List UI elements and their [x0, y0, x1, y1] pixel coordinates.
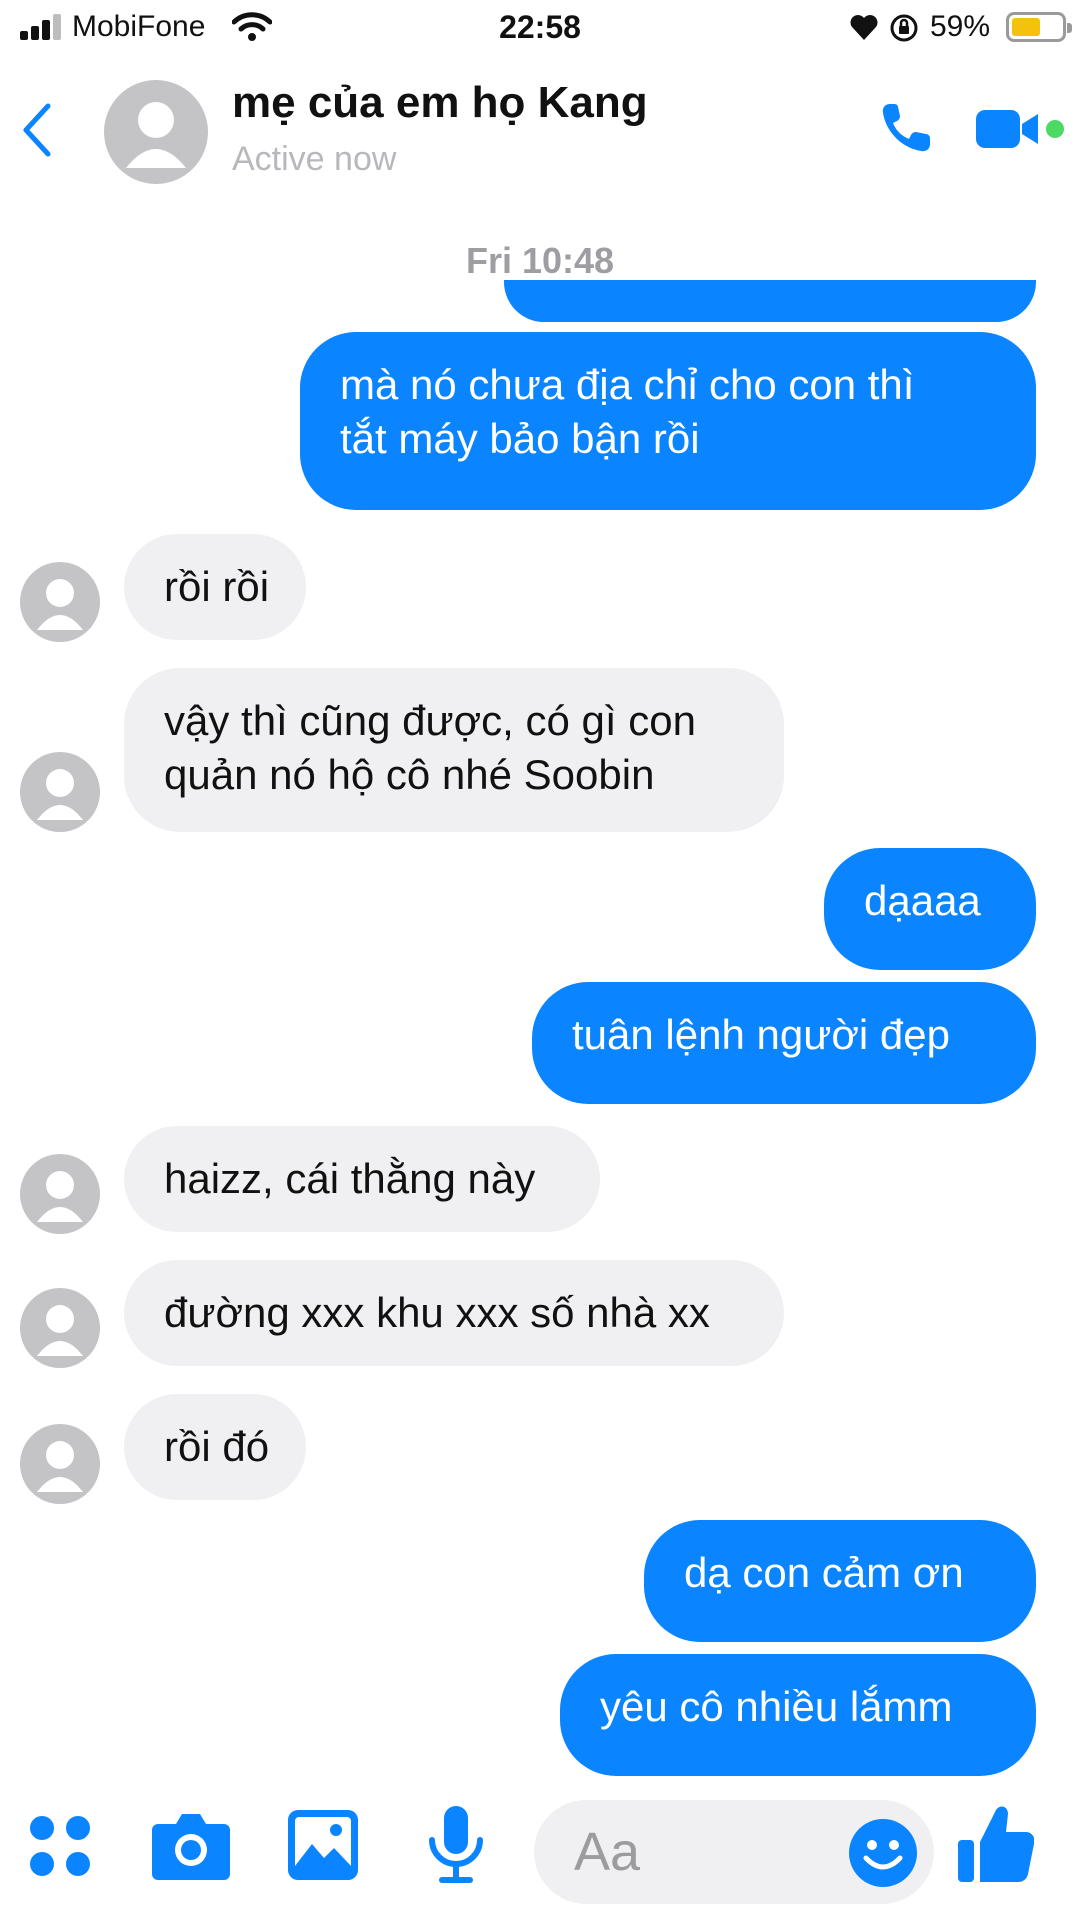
image-icon[interactable]	[288, 1810, 358, 1880]
active-status: Active now	[232, 140, 397, 178]
messenger-chat-screen: MobiFone 22:58 59% mẹ của em họ Kang Act…	[0, 0, 1080, 1920]
emoji-icon[interactable]	[848, 1818, 918, 1888]
message-bubble-partial[interactable]	[504, 280, 1036, 322]
message-bubble-outgoing[interactable]: dạaaa	[824, 848, 1036, 970]
message-line: tắt máy bảo bận rồi	[340, 415, 700, 462]
video-call-icon[interactable]	[976, 104, 1042, 154]
avatar[interactable]	[104, 80, 208, 184]
status-bar: MobiFone 22:58 59%	[0, 0, 1080, 56]
battery-icon	[1006, 12, 1072, 42]
default-avatar-icon	[37, 579, 83, 630]
microphone-icon[interactable]	[426, 1806, 486, 1886]
message-input[interactable]	[574, 1822, 824, 1882]
message-bubble-outgoing[interactable]: tuân lệnh người đẹp	[532, 982, 1036, 1104]
battery-fill	[1012, 18, 1040, 36]
message-line: haizz, cái thằng này	[164, 1155, 536, 1202]
battery-percent: 59%	[930, 10, 991, 43]
message-line: rồi rồi	[164, 563, 270, 610]
message-line: mà nó chưa địa chỉ cho con thì	[340, 361, 915, 408]
heart-icon	[850, 15, 878, 40]
back-icon[interactable]	[18, 100, 58, 160]
message-bubble-incoming[interactable]: rồi đó	[124, 1394, 306, 1500]
avatar[interactable]	[20, 562, 100, 642]
message-bubble-outgoing[interactable]: dạ con cảm ơn	[644, 1520, 1036, 1642]
default-avatar-icon	[37, 1305, 83, 1356]
rotation-lock-icon	[890, 14, 918, 42]
message-composer	[0, 1780, 1080, 1920]
default-avatar-icon	[37, 1441, 83, 1492]
default-avatar-icon	[37, 769, 83, 820]
message-bubble-incoming[interactable]: rồi rồi	[124, 534, 306, 640]
message-line: dạ con cảm ơn	[684, 1549, 964, 1596]
avatar[interactable]	[20, 1154, 100, 1234]
message-line: rồi đó	[164, 1423, 270, 1470]
online-status-dot	[1046, 120, 1064, 138]
camera-icon[interactable]	[152, 1810, 230, 1880]
message-bubble-outgoing[interactable]: mà nó chưa địa chỉ cho con thì tắt máy b…	[300, 332, 1036, 510]
message-line: đường xxx khu xxx số nhà xx	[164, 1289, 710, 1336]
message-bubble-incoming[interactable]: haizz, cái thằng này	[124, 1126, 600, 1232]
chat-header: mẹ của em họ Kang Active now	[0, 60, 1080, 200]
message-line: vậy thì cũng được, có gì con	[164, 697, 696, 744]
apps-icon[interactable]	[28, 1814, 92, 1878]
message-input-wrapper[interactable]	[534, 1800, 934, 1904]
message-bubble-incoming[interactable]: đường xxx khu xxx số nhà xx	[124, 1260, 784, 1366]
contact-name[interactable]: mẹ của em họ Kang	[232, 78, 648, 128]
thumbs-up-icon[interactable]	[958, 1804, 1034, 1884]
avatar[interactable]	[20, 1288, 100, 1368]
message-line: dạaaa	[864, 877, 981, 924]
message-bubble-outgoing[interactable]: yêu cô nhiều lắmm	[560, 1654, 1036, 1776]
avatar[interactable]	[20, 1424, 100, 1504]
message-line: quản nó hộ cô nhé Soobin	[164, 751, 655, 798]
message-timestamp: Fri 10:48	[465, 240, 615, 281]
message-bubble-incoming[interactable]: vậy thì cũng được, có gì con quản nó hộ …	[124, 668, 784, 832]
phone-icon[interactable]	[876, 98, 936, 158]
message-line: yêu cô nhiều lắmm	[600, 1683, 953, 1730]
message-line: tuân lệnh người đẹp	[572, 1011, 950, 1058]
avatar[interactable]	[20, 752, 100, 832]
default-avatar-icon	[126, 102, 186, 168]
default-avatar-icon	[37, 1171, 83, 1222]
